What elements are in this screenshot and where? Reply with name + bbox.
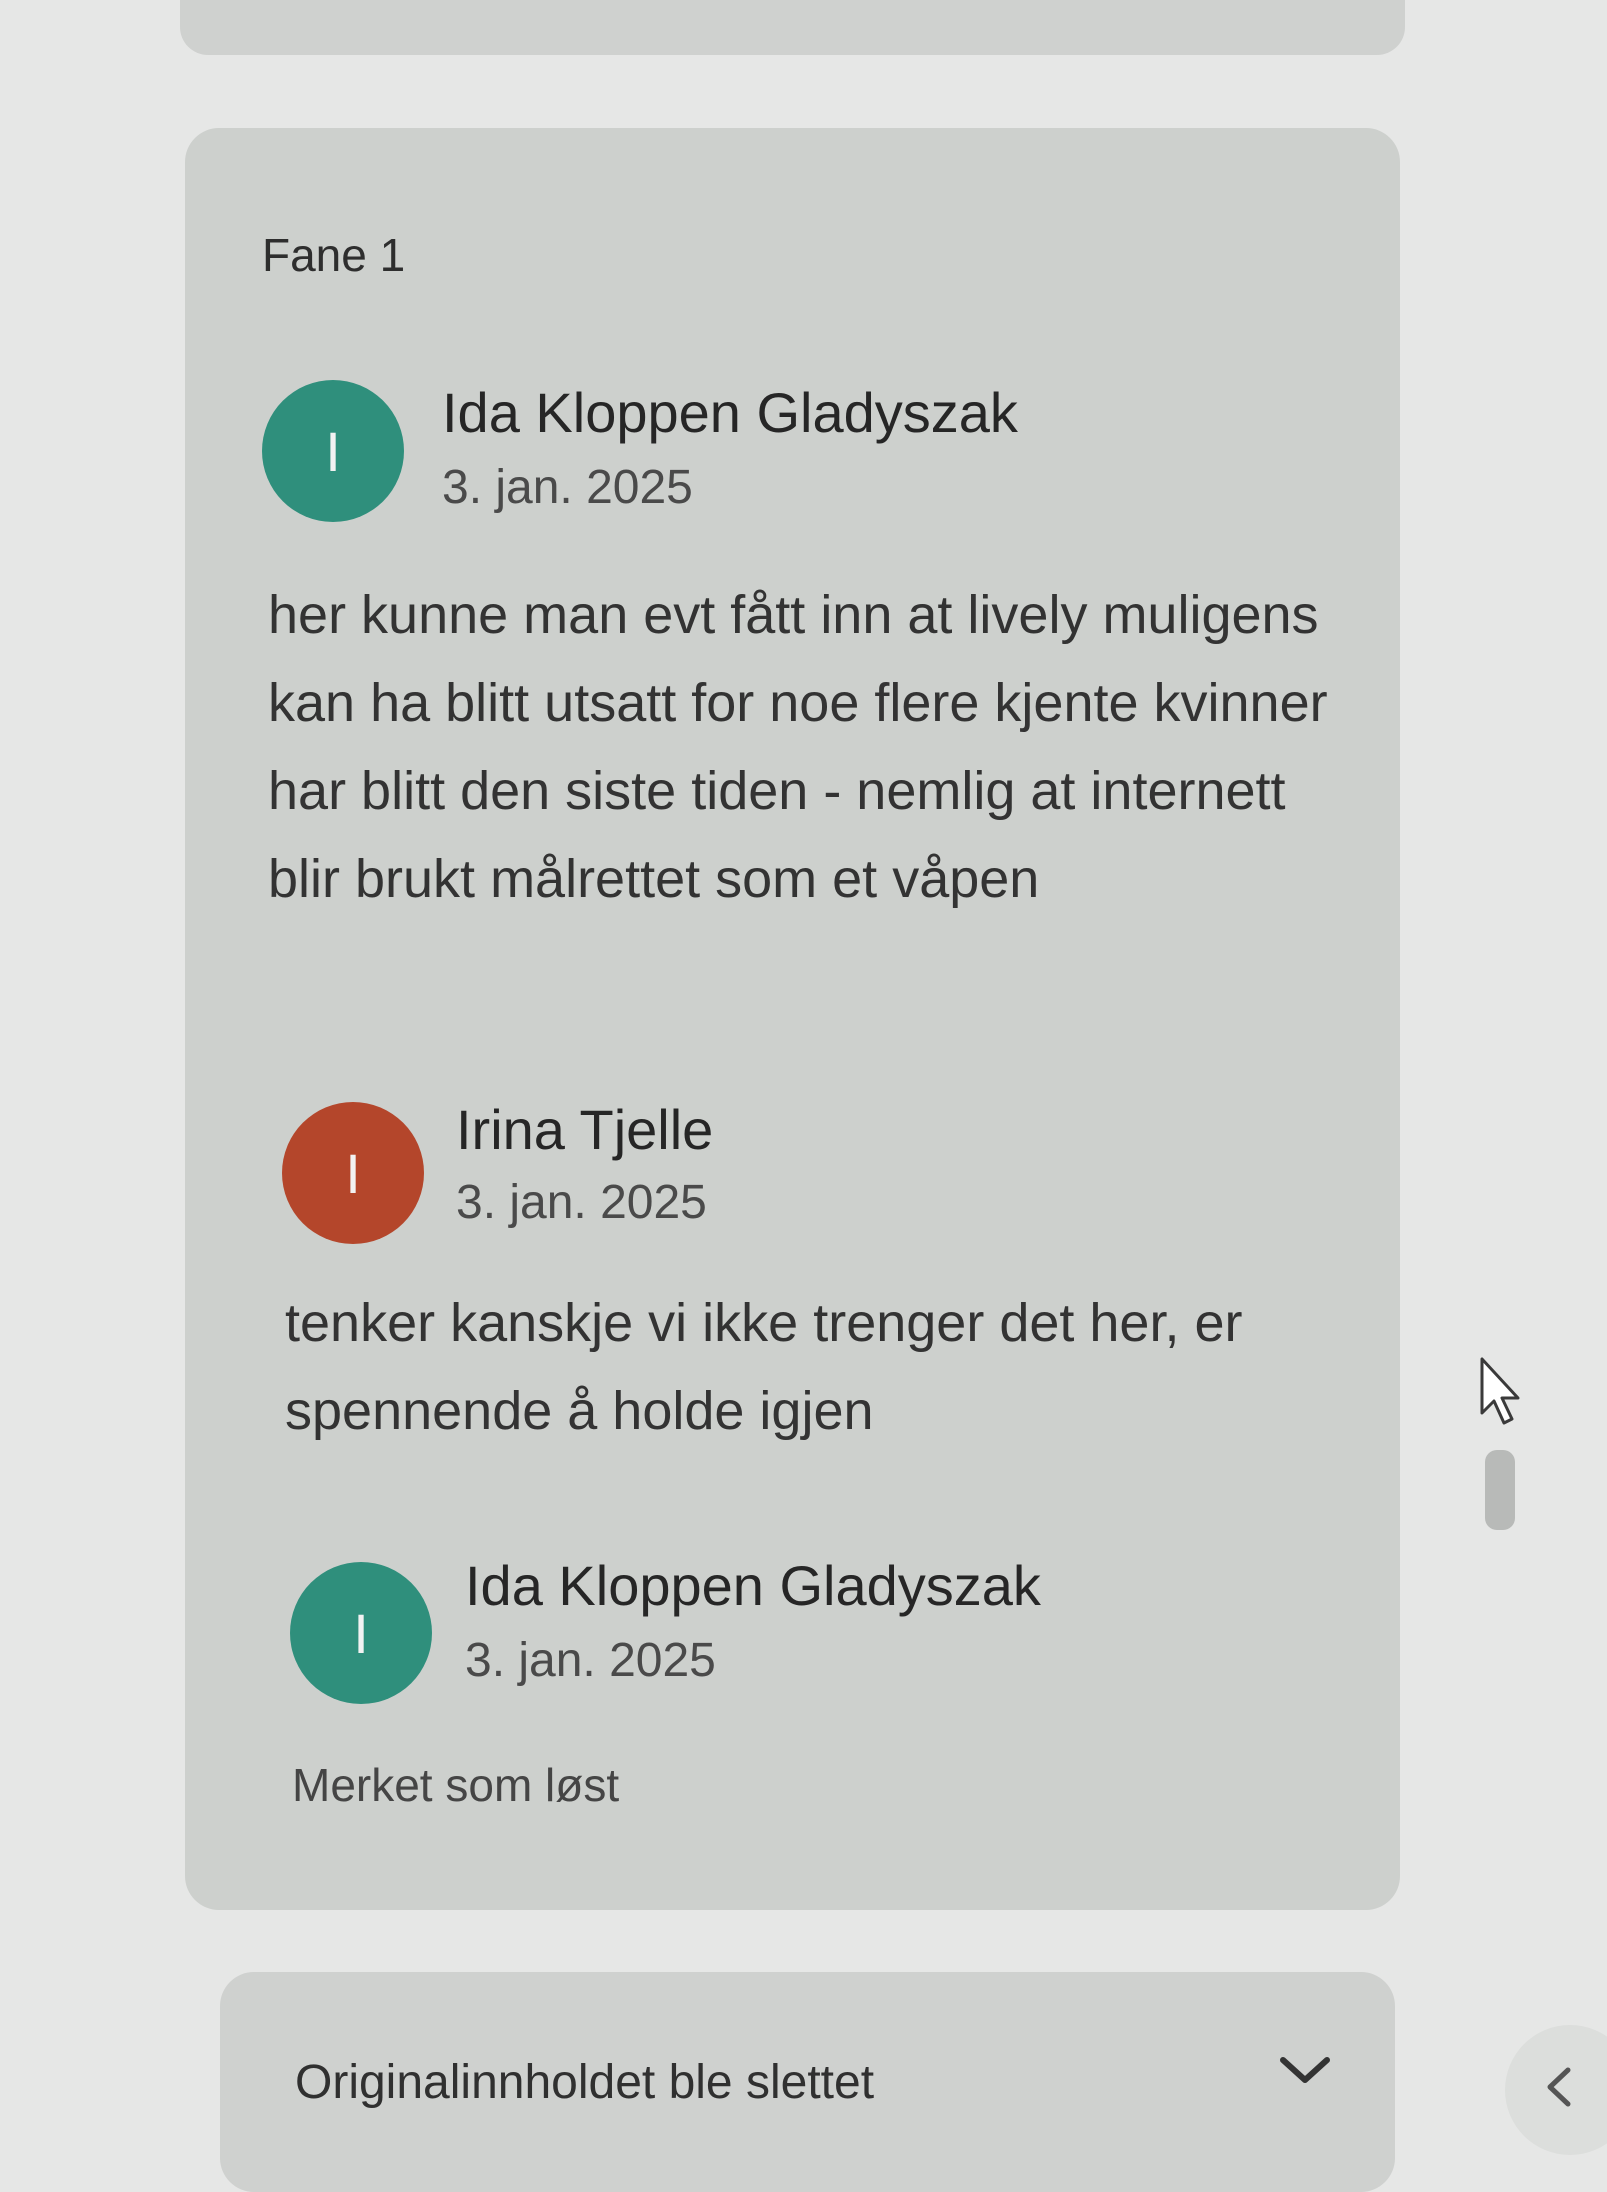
comment-text: her kunne man evt fått inn at lively mul… (268, 585, 1328, 909)
avatar-initial: I (353, 1601, 369, 1665)
resolved-status: Merket som løst (292, 1759, 620, 1811)
scrollbar-thumb[interactable] (1485, 1450, 1515, 1530)
comment-author: Irina Tjelle (456, 1098, 714, 1161)
avatar-initial: I (345, 1141, 361, 1205)
avatar: I (282, 1102, 424, 1244)
comment-text: tenker kanskje vi ikke trenger det her, … (285, 1293, 1243, 1441)
comment-date: 3. jan. 2025 (456, 1176, 707, 1229)
avatar: I (262, 380, 404, 522)
mouse-cursor-icon (1480, 1357, 1520, 1425)
comment-author: Ida Kloppen Gladyszak (442, 381, 1018, 444)
chevron-down-icon[interactable] (1275, 2050, 1335, 2090)
avatar-initial: I (325, 419, 341, 483)
comment-date: 3. jan. 2025 (465, 1634, 716, 1687)
chevron-left-icon (1547, 2067, 1571, 2107)
avatar: I (290, 1562, 432, 1704)
tab-label: Fane 1 (262, 229, 406, 281)
previous-comment-card[interactable] (180, 0, 1405, 55)
deleted-content-label: Originalinnholdet ble slettet (295, 2056, 875, 2109)
comment-author: Ida Kloppen Gladyszak (465, 1554, 1041, 1617)
comment-date: 3. jan. 2025 (442, 461, 693, 514)
